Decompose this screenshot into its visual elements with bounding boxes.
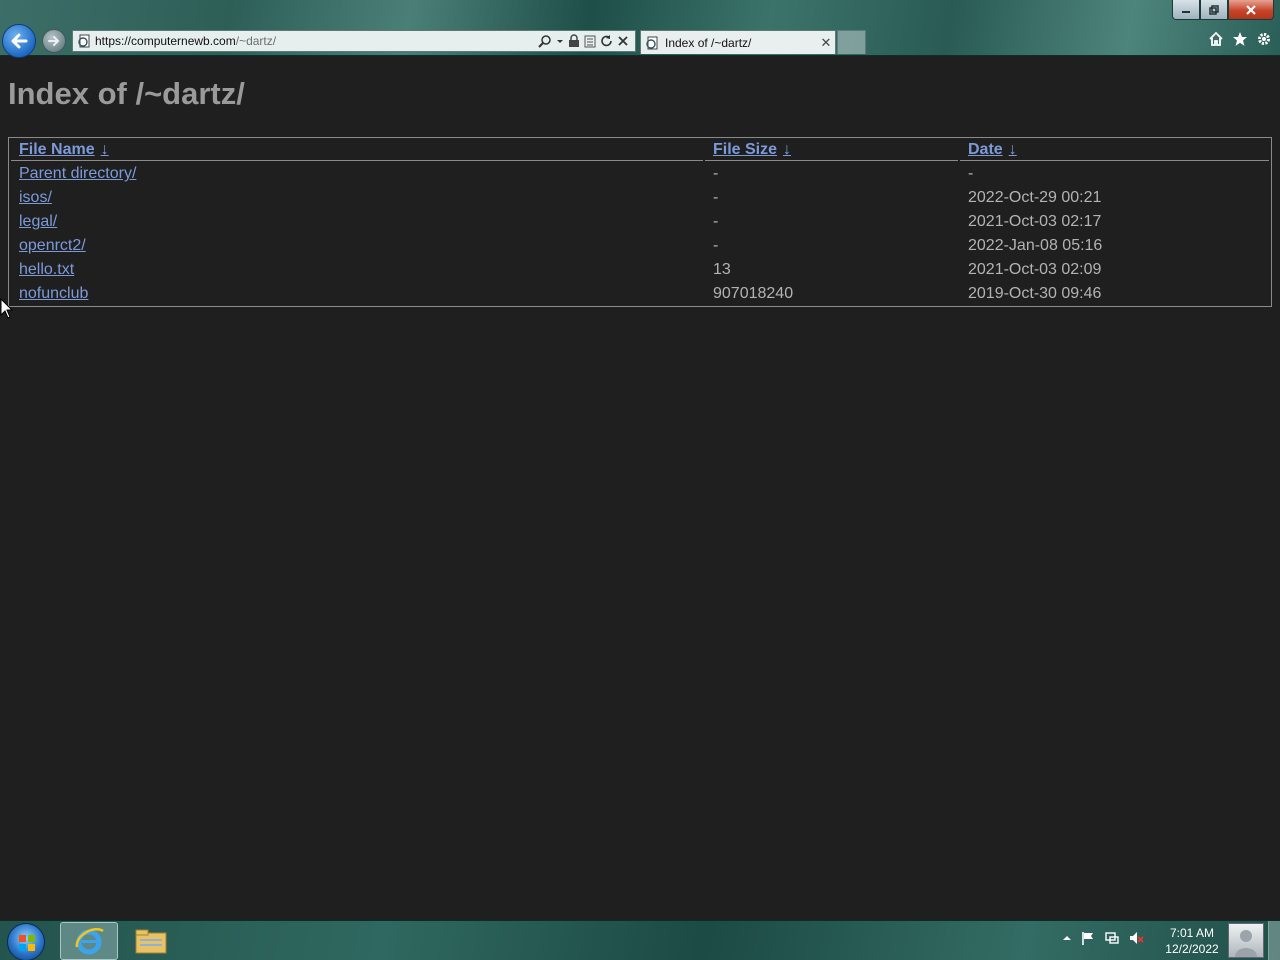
minimize-button[interactable] [1172, 0, 1200, 20]
sort-file-size-link[interactable]: File Size [713, 141, 777, 158]
folder-icon [135, 929, 167, 954]
clock-time: 7:01 AM [1169, 926, 1215, 940]
stop-icon[interactable] [617, 34, 629, 48]
restore-icon [1209, 4, 1219, 15]
column-file-name: File Name ↓ [11, 140, 703, 161]
show-hidden-icons-icon[interactable] [1062, 933, 1072, 943]
close-icon [1246, 4, 1256, 15]
file-link[interactable]: isos/ [19, 189, 52, 206]
sort-arrow-icon[interactable]: ↓ [783, 141, 791, 158]
file-name-cell: Parent directory/ [11, 163, 703, 185]
table-row: legal/ - 2021-Oct-03 02:17 [11, 211, 1269, 233]
table-header-row: File Name ↓ File Size ↓ Date ↓ [11, 140, 1269, 161]
file-date-cell: 2022-Jan-08 05:16 [968, 236, 1103, 254]
sort-file-name-link[interactable]: File Name [19, 141, 95, 158]
show-desktop-button[interactable] [1268, 921, 1280, 960]
file-link[interactable]: nofunclub [19, 285, 88, 302]
back-button[interactable] [2, 24, 36, 58]
address-host: https://computernewb.com [95, 34, 236, 48]
file-date-cell: 2021-Oct-03 02:17 [968, 213, 1102, 231]
browser-chrome: https://computernewb.com/~dartz/ Index o… [0, 0, 1280, 58]
file-size-cell: 13 [713, 260, 731, 278]
file-name-cell: nofunclub [11, 282, 703, 304]
file-size-cell: - [713, 189, 719, 207]
file-link[interactable]: Parent directory/ [19, 165, 136, 182]
file-size-cell: - [713, 213, 719, 231]
command-icons [1208, 31, 1272, 47]
system-tray [1062, 930, 1144, 946]
action-center-flag-icon[interactable] [1080, 930, 1096, 946]
page-icon [641, 36, 663, 50]
file-name-cell: isos/ [11, 187, 703, 209]
file-link[interactable]: hello.txt [19, 261, 74, 278]
mouse-cursor-icon [0, 298, 14, 319]
clock-date: 12/2/2022 [1165, 942, 1219, 956]
tab-close-icon[interactable]: ✕ [817, 35, 835, 51]
address-path: /~dartz/ [235, 34, 277, 48]
file-name-cell: legal/ [11, 211, 703, 233]
start-button[interactable] [7, 923, 45, 960]
forward-arrow-icon [48, 36, 60, 46]
directory-listing: File Name ↓ File Size ↓ Date ↓ Parent direc… [8, 137, 1272, 307]
address-url[interactable]: https://computernewb.com/~dartz/ [95, 34, 538, 48]
tab-index-of-dartz[interactable]: Index of /~dartz/ ✕ [640, 30, 836, 54]
address-bar[interactable]: https://computernewb.com/~dartz/ [72, 30, 636, 52]
internet-explorer-icon [75, 928, 104, 955]
refresh-icon[interactable] [600, 34, 613, 48]
volume-muted-icon[interactable] [1128, 930, 1144, 946]
star-icon[interactable] [1232, 31, 1248, 47]
file-link[interactable]: openrct2/ [19, 237, 86, 254]
search-icon[interactable] [538, 34, 552, 48]
column-date: Date ↓ [960, 140, 1269, 161]
back-arrow-icon [11, 33, 28, 49]
file-date-cell: 2019-Oct-30 09:46 [968, 284, 1102, 302]
user-avatar[interactable] [1228, 923, 1264, 958]
compatibility-icon[interactable] [584, 34, 596, 48]
file-size-cell: - [713, 236, 719, 254]
file-size-cell: 907018240 [713, 284, 794, 302]
taskbar-file-explorer[interactable] [122, 922, 180, 960]
file-date-cell: - [968, 165, 974, 183]
home-icon[interactable] [1208, 31, 1224, 47]
restore-button[interactable] [1200, 0, 1228, 20]
file-name-cell: hello.txt [11, 258, 703, 280]
lock-icon[interactable] [568, 34, 580, 48]
table-row: Parent directory/ - - [11, 163, 1269, 185]
table-row: hello.txt 13 2021-Oct-03 02:09 [11, 258, 1269, 280]
gear-icon[interactable] [1256, 31, 1272, 47]
user-icon [1235, 930, 1257, 957]
sort-date-link[interactable]: Date [968, 141, 1003, 158]
tab-label: Index of /~dartz/ [665, 35, 752, 50]
file-name-cell: openrct2/ [11, 234, 703, 256]
network-icon[interactable] [1104, 930, 1120, 946]
table-row: isos/ - 2022-Oct-29 00:21 [11, 187, 1269, 209]
sort-arrow-icon[interactable]: ↓ [1009, 141, 1017, 158]
table-row: nofunclub 907018240 2019-Oct-30 09:46 [11, 282, 1269, 304]
address-tools [538, 34, 635, 48]
windows-logo-icon [19, 935, 35, 951]
file-date-cell: 2021-Oct-03 02:09 [968, 260, 1102, 278]
file-size-cell: - [713, 165, 719, 183]
dropdown-arrow-icon[interactable] [556, 34, 564, 48]
taskbar-clock[interactable]: 7:01 AM 12/2/2022 [1160, 925, 1224, 957]
file-link[interactable]: legal/ [19, 213, 57, 230]
table-row: openrct2/ - 2022-Jan-08 05:16 [11, 234, 1269, 256]
close-button[interactable] [1228, 0, 1274, 20]
forward-button[interactable] [42, 29, 66, 53]
sort-arrow-icon[interactable]: ↓ [101, 141, 109, 158]
window-caption-buttons [1172, 0, 1274, 20]
page-icon [73, 34, 95, 48]
taskbar-internet-explorer[interactable] [60, 922, 118, 960]
new-tab-button[interactable] [837, 30, 866, 54]
column-file-size: File Size ↓ [705, 140, 958, 161]
page-title: Index of /~dartz/ [8, 76, 245, 111]
file-date-cell: 2022-Oct-29 00:21 [968, 189, 1102, 207]
minimize-icon [1182, 10, 1190, 13]
